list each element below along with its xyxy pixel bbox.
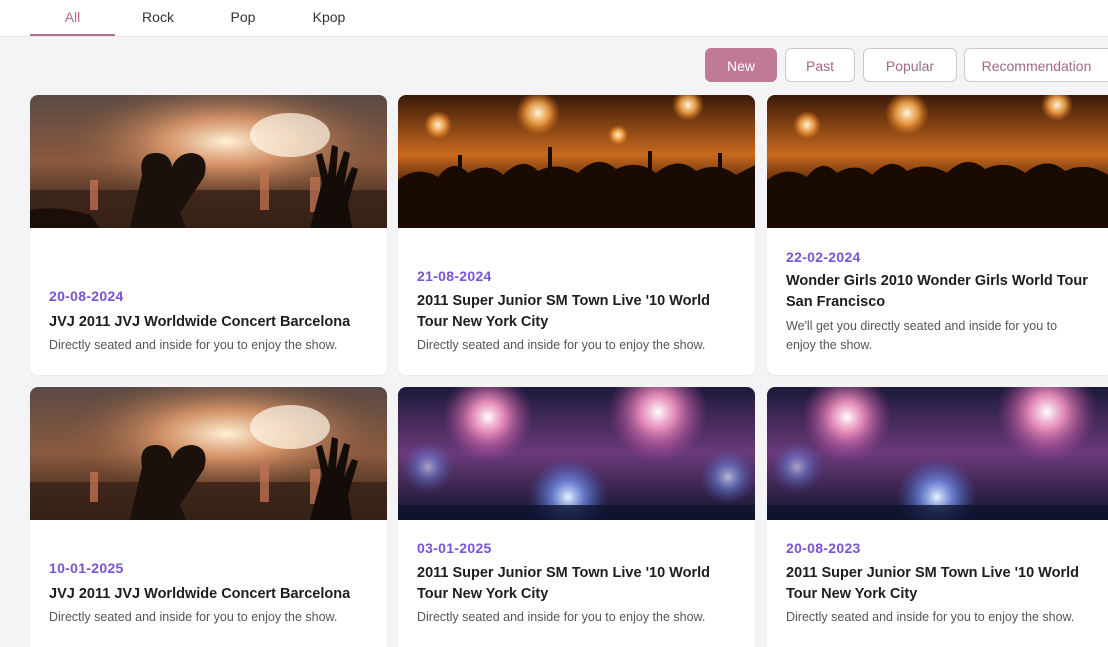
event-title: 2011 Super Junior SM Town Live '10 World… [417, 565, 710, 602]
event-title: JVJ 2011 JVJ Worldwide Concert Barcelona [49, 586, 351, 602]
tab-pop[interactable]: Pop [213, 0, 273, 34]
filter-recommendation-button[interactable]: Recommendation [964, 48, 1108, 82]
event-image [767, 387, 1108, 520]
event-image [30, 95, 387, 228]
event-card[interactable]: 20-08-2024 JVJ 2011 JVJ Worldwide Concer… [30, 95, 387, 375]
event-title: 2011 Super Junior SM Town Live '10 World… [786, 565, 1079, 602]
event-title: Wonder Girls 2010 Wonder Girls World Tou… [786, 273, 1088, 310]
category-tabs: All Rock Pop Kpop [0, 0, 1108, 37]
event-description: Directly seated and inside for you to en… [786, 610, 1075, 624]
event-card[interactable]: 20-08-2023 2011 Super Junior SM Town Liv… [767, 387, 1108, 647]
event-image [767, 95, 1108, 228]
event-description: We'll get you directly seated and inside… [786, 319, 1058, 352]
event-image [398, 95, 755, 228]
tab-all[interactable]: All [30, 0, 115, 36]
event-title: JVJ 2011 JVJ Worldwide Concert Barcelona [49, 314, 351, 330]
event-card[interactable]: 21-08-2024 2011 Super Junior SM Town Liv… [398, 95, 755, 375]
event-card[interactable]: 22-02-2024 Wonder Girls 2010 Wonder Girl… [767, 95, 1108, 375]
tab-kpop[interactable]: Kpop [298, 0, 360, 34]
filter-new-button[interactable]: New [705, 48, 777, 82]
event-title: 2011 Super Junior SM Town Live '10 World… [417, 293, 710, 330]
event-image [30, 387, 387, 520]
event-description: Directly seated and inside for you to en… [417, 338, 706, 352]
event-date: 20-08-2023 [786, 540, 861, 556]
filter-popular-button[interactable]: Popular [863, 48, 957, 82]
event-description: Directly seated and inside for you to en… [49, 610, 338, 624]
event-date: 20-08-2024 [49, 288, 124, 304]
event-date: 03-01-2025 [417, 540, 492, 556]
event-card[interactable]: 03-01-2025 2011 Super Junior SM Town Liv… [398, 387, 755, 647]
sort-filters: New Past Popular Recommendation [0, 48, 1108, 84]
tab-rock[interactable]: Rock [128, 0, 188, 34]
event-image [398, 387, 755, 520]
event-description: Directly seated and inside for you to en… [49, 338, 338, 352]
filter-past-button[interactable]: Past [785, 48, 855, 82]
event-date: 22-02-2024 [786, 249, 861, 265]
event-date: 21-08-2024 [417, 268, 492, 284]
event-card[interactable]: 10-01-2025 JVJ 2011 JVJ Worldwide Concer… [30, 387, 387, 647]
event-description: Directly seated and inside for you to en… [417, 610, 706, 624]
event-date: 10-01-2025 [49, 560, 124, 576]
